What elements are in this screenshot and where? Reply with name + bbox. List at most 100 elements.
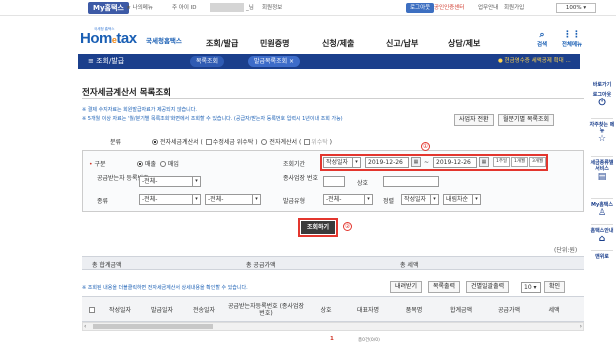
page-number[interactable]: 1 — [330, 336, 334, 342]
grid-icon: ⋮⋮ — [563, 30, 581, 40]
operator-switch-button[interactable]: 사업자 전환 — [454, 114, 494, 126]
all-menu-button[interactable]: ⋮⋮ 전체메뉴 — [560, 30, 584, 49]
sort-label: 정렬 — [383, 198, 395, 205]
logo-hom: Hom — [80, 30, 112, 47]
page-title: 전자세금계산서 목록조회 — [82, 88, 171, 98]
type-value-2: -전체- — [208, 196, 224, 203]
page-total: 총0건(0/0) — [358, 338, 380, 343]
highlight-frame-period — [320, 154, 548, 171]
quick-guide[interactable]: 홈택스안내 ⌂ — [588, 228, 616, 245]
masked-user-id — [210, 3, 244, 12]
purchase-radio[interactable] — [159, 161, 166, 167]
download-button[interactable]: 내려받기 — [390, 281, 423, 293]
kind-invoice-label: 전자계산서 — [269, 139, 298, 146]
column-header[interactable]: 세액 — [534, 297, 574, 323]
chevron-down-icon: ▾ — [364, 195, 372, 204]
column-header[interactable]: 상호 — [308, 297, 344, 323]
user-icon: ♙ — [597, 208, 607, 218]
column-header[interactable]: 공급받는자등록번호 (종사업장 번호) — [226, 297, 306, 323]
notice-ticker[interactable]: ● 현금영수증 세액공제 확대 ... — [498, 54, 571, 69]
horizontal-scrollbar[interactable]: ‹ › — [82, 322, 584, 331]
type-select-2[interactable]: -전체- ▾ — [205, 194, 261, 205]
trade-name-input[interactable] — [383, 176, 439, 187]
title-divider — [82, 98, 584, 99]
result-table-header: 작성일자 발급일자 전송일자 공급받는자등록번호 (종사업장 번호) 상호 대표… — [82, 296, 584, 322]
quick-tax-service-label: 세금종류별 서비스 — [590, 160, 614, 172]
tab-list-inquiry[interactable]: 목록조회 — [190, 56, 225, 67]
kind-tax-invoice-radio[interactable] — [152, 139, 158, 145]
quick-myhometax[interactable]: My홈택스 ♙ — [588, 202, 616, 219]
confirm-button[interactable]: 확인 — [544, 281, 566, 293]
hometax-logo[interactable]: 국세청 홈택스 Hometax 국세청홈택스 — [80, 27, 182, 47]
chevron-down-icon: ▾ — [252, 195, 260, 204]
column-header[interactable]: 대표자명 — [346, 297, 390, 323]
gnb-certificate[interactable]: 민원증명 — [260, 38, 289, 49]
issue-type-select[interactable]: -전체- ▾ — [323, 194, 373, 205]
supplier-select[interactable]: -전체- ▾ — [139, 176, 201, 187]
trade-name-label: 상호 — [357, 180, 369, 187]
zoom-select[interactable]: 100% ▾ — [556, 3, 596, 13]
column-header[interactable]: 발급일자 — [142, 297, 182, 323]
column-header[interactable]: 작성일자 — [100, 297, 140, 323]
utility-bar: My홈택스 ★ 나의메뉴 주 아이 ID _님 회원정보 로그아웃 공인인증센터… — [0, 0, 616, 16]
member-info-link[interactable]: 회원정보 — [262, 3, 282, 13]
quick-divider — [591, 250, 613, 251]
gnb-filing-payment[interactable]: 신고/납부 — [386, 38, 418, 49]
chevron-down-icon: ▾ — [192, 195, 200, 204]
totals-bar: 총 합계금액 총 공급가액 총 세액 — [82, 256, 584, 270]
kind-options: 전자세금계산서 ( 수정세금 위수탁 ) 전자계산서 ( 위수탁 ) — [152, 137, 332, 146]
column-header[interactable]: 전송일자 — [184, 297, 224, 323]
my-menu-link[interactable]: ★ 나의메뉴 — [126, 3, 153, 13]
logo-tax: tax — [116, 30, 137, 47]
gnb-application[interactable]: 신청/제출 — [322, 38, 354, 49]
center-info-link[interactable]: 업무안내 — [478, 3, 498, 13]
kind-invoice-modify-checkbox[interactable] — [304, 139, 311, 145]
notice-text: ※ 5개월 이상 자료는 '월/분기별 목록조회'화면에서 조회할 수 있습니다… — [82, 116, 343, 122]
search-icon: ⌕ — [539, 30, 545, 40]
quick-top[interactable]: 맨위로 — [588, 254, 616, 260]
select-all-checkbox[interactable] — [89, 307, 95, 313]
nav-current-menu[interactable]: ≡ 조회/발급 — [88, 54, 124, 69]
zoom-value: 100% — [565, 5, 582, 11]
result-notice: ※ 조회된 내용을 더블클릭하면 전자세금계산서 상세내용을 확인할 수 있습니… — [82, 285, 248, 291]
kind-invoice-radio[interactable] — [261, 139, 268, 145]
logo-subtitle: 국세청홈택스 — [146, 37, 182, 45]
column-header[interactable]: 합계금액 — [438, 297, 484, 323]
scroll-left-icon[interactable]: ‹ — [84, 323, 86, 330]
scroll-thumb[interactable] — [93, 324, 213, 329]
type-select-1[interactable]: -전체- ▾ — [139, 194, 201, 205]
column-header[interactable]: 공급가액 — [486, 297, 532, 323]
gnb-inquiry-issue[interactable]: 조회/발급 — [206, 38, 238, 49]
logout-icon: ⏻ — [598, 98, 606, 108]
purchase-label: 매입 — [167, 161, 179, 168]
page-size-select[interactable]: 10 ▾ — [521, 282, 541, 293]
logout-button[interactable]: 로그아웃 — [406, 3, 435, 13]
site-header: 국세청 홈택스 Hometax 국세청홈택스 조회/발급 민원증명 신청/제출 … — [0, 17, 616, 53]
kind-tax-modify-checkbox[interactable] — [205, 139, 212, 145]
quick-favorite-label: 자주찾는 메뉴 — [589, 122, 615, 134]
join-link[interactable]: 회원가입 — [504, 3, 524, 13]
quick-logout[interactable]: 로그아웃 ⏻ — [588, 92, 616, 109]
sale-radio[interactable] — [137, 161, 143, 167]
month-list-button[interactable]: 월분기별 목록조회 — [498, 114, 555, 126]
order-select[interactable]: 내림차순 ▾ — [443, 194, 481, 205]
cert-center-link[interactable]: 공인인증센터 — [434, 3, 464, 13]
column-header[interactable]: 품목명 — [392, 297, 436, 323]
sort-select[interactable]: 작성일자 ▾ — [401, 194, 439, 205]
period-label: 조회기간 — [283, 161, 306, 168]
quick-tax-service[interactable]: 세금종류별 서비스 ▤ — [588, 160, 616, 183]
gnb-consult-report[interactable]: 상담/제보 — [448, 38, 480, 49]
search-submit-button[interactable]: 조회하기 — [301, 221, 335, 234]
chevron-down-icon: ▾ — [430, 195, 438, 204]
print-list-button[interactable]: 목록출력 — [428, 281, 461, 293]
notice-text: ※ 결제 수지자료는 회원발급자료가 제공되지 않습니다. — [82, 107, 197, 113]
search-button[interactable]: ⌕ 검색 — [530, 30, 554, 49]
scroll-right-icon[interactable]: › — [580, 323, 582, 330]
quick-divider — [591, 118, 613, 119]
myhometax-button[interactable]: My홈택스 — [88, 2, 129, 14]
tab-issue-list-inquiry[interactable]: 발급목록조회 × — [248, 56, 301, 67]
bulk-print-button[interactable]: 건별일괄출력 — [466, 281, 510, 293]
branch-input[interactable] — [323, 176, 345, 187]
quick-divider — [591, 224, 613, 225]
quick-favorite-menu[interactable]: 자주찾는 메뉴 ☆ — [588, 122, 616, 145]
